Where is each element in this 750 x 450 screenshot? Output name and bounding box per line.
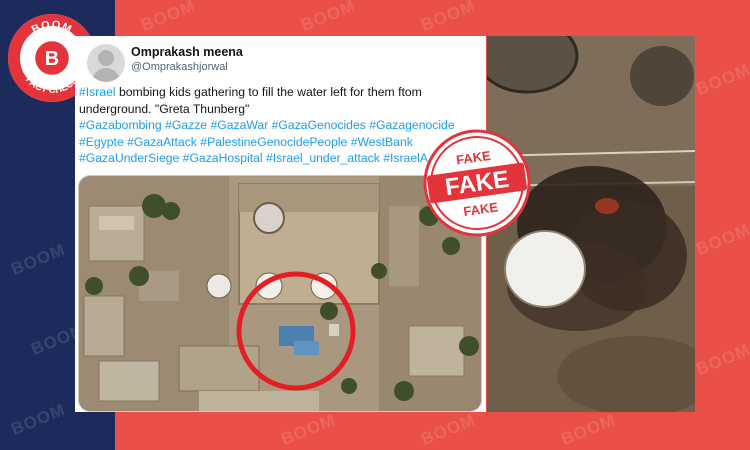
hashtag-link[interactable]: #WestBank: [351, 135, 413, 149]
tweet-aerial-image[interactable]: [78, 175, 482, 412]
tweet-author-name[interactable]: Omprakash meena: [131, 45, 243, 59]
hashtag-link[interactable]: #PalestineGenocidePeople: [200, 135, 347, 149]
hashtag-link[interactable]: #GazaAttack: [127, 135, 197, 149]
tweet-card: Omprakash meena @Omprakashjorwal #Israel…: [75, 36, 486, 412]
tweet-body-text: bombing kids gathering to fill the water…: [115, 85, 422, 99]
hashtag-link[interactable]: #Gazagenocide: [369, 118, 454, 132]
fake-stamp: FAKE FAKE FAKE: [415, 121, 539, 245]
hashtag-link[interactable]: #Egypte: [79, 135, 124, 149]
avatar[interactable]: [87, 44, 125, 82]
logo-letter: B: [45, 48, 59, 70]
hashtag-link[interactable]: #GazaHospital: [183, 151, 263, 165]
hashtag-link[interactable]: #Israel_under_attack: [266, 151, 380, 165]
hashtag-link[interactable]: #GazaWar: [210, 118, 268, 132]
hashtag-link[interactable]: #GazaGenocides: [272, 118, 366, 132]
tweet-body-text: underground. "Greta Thunberg": [79, 101, 250, 116]
hashtag-link[interactable]: #Gazabombing: [79, 118, 162, 132]
hashtag-link[interactable]: #GazaUnderSiege: [79, 151, 179, 165]
hashtag-link[interactable]: #Gazze: [165, 118, 207, 132]
hashtag-link[interactable]: #Israel: [79, 85, 116, 99]
tweet-author-handle[interactable]: @Omprakashjorwal: [131, 61, 228, 73]
